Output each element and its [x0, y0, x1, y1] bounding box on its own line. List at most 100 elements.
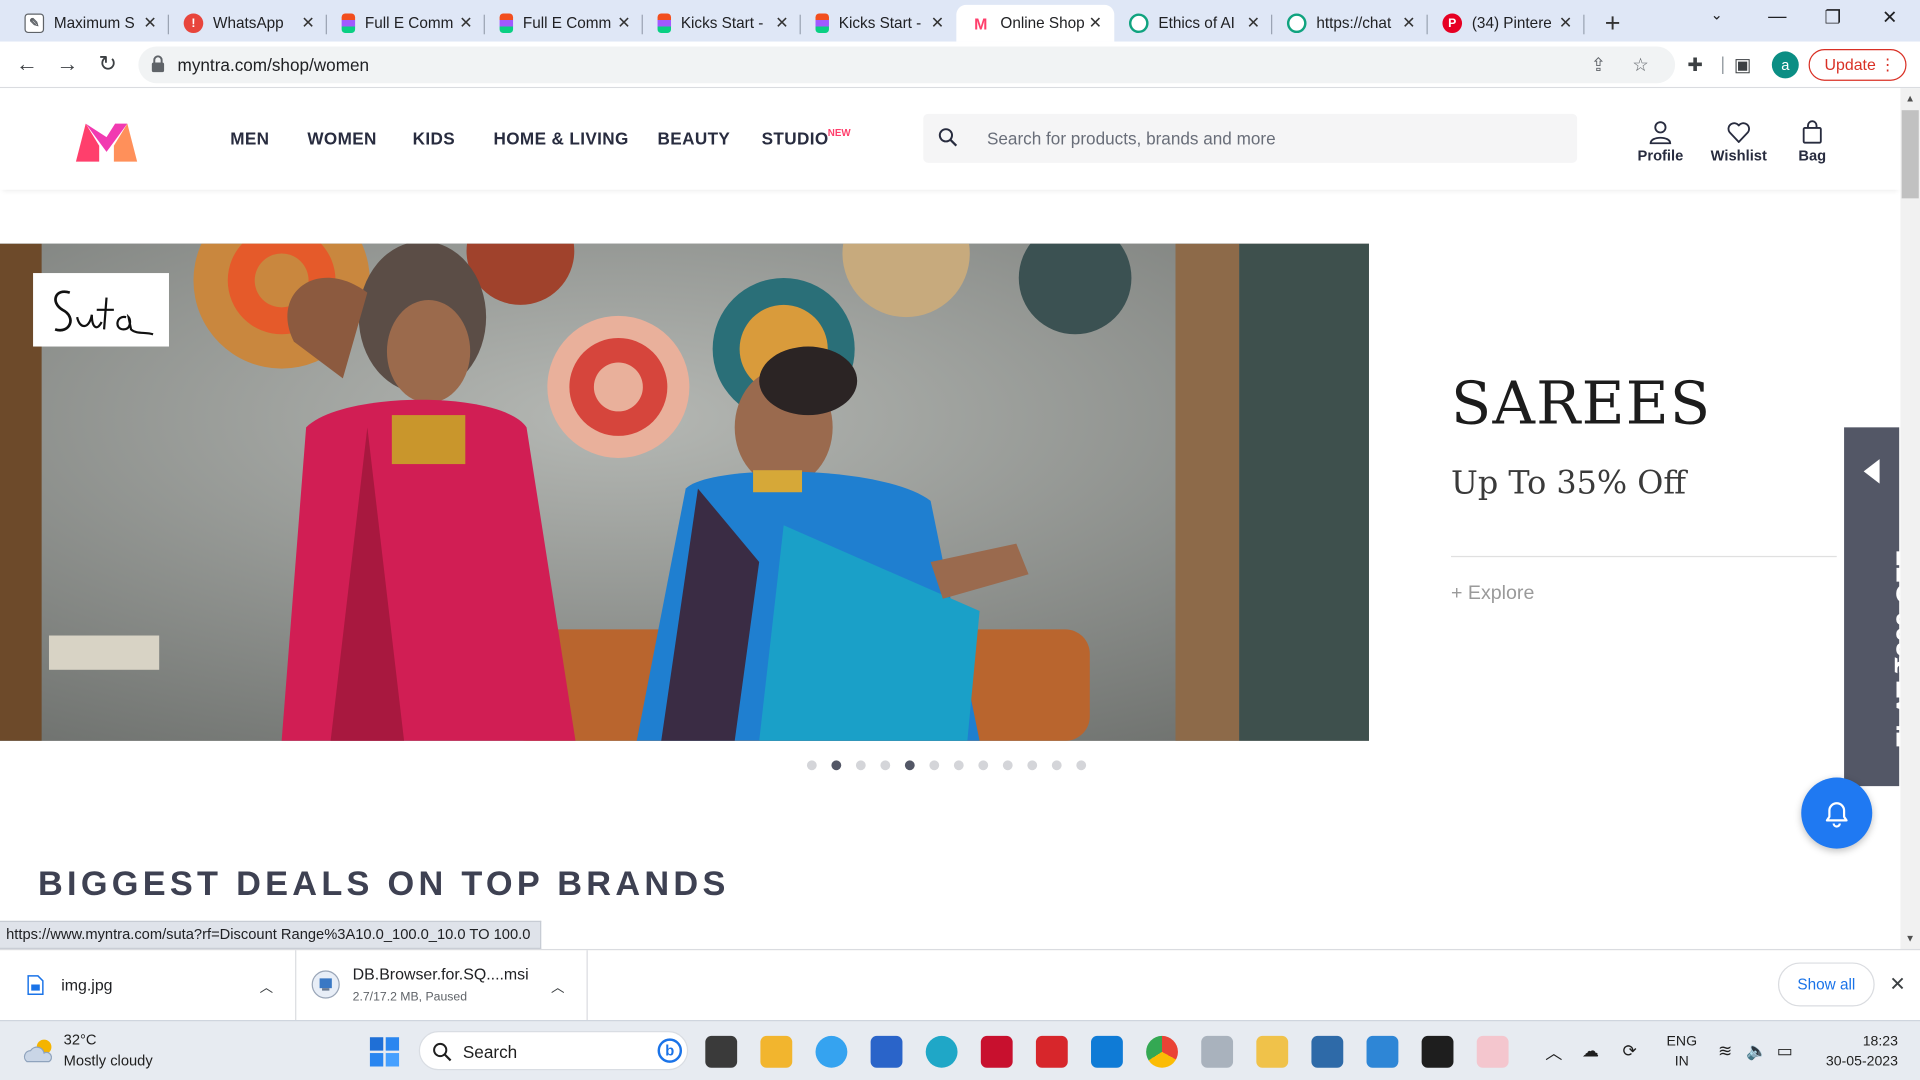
- wishlist-button[interactable]: Wishlist: [1702, 120, 1775, 164]
- explore-link[interactable]: + Explore: [1451, 583, 1534, 605]
- page-scrollbar[interactable]: ▲ ▼: [1900, 88, 1920, 949]
- close-icon[interactable]: ✕: [775, 13, 788, 33]
- forward-button[interactable]: →: [55, 51, 79, 77]
- tab-whatsapp[interactable]: ! WhatsApp ✕: [169, 5, 327, 42]
- carousel-dot-1[interactable]: [806, 760, 817, 771]
- language-indicator[interactable]: ENG IN: [1667, 1032, 1698, 1071]
- tab-figma-3[interactable]: Kicks Start - ✕: [643, 5, 801, 42]
- taskbar-search[interactable]: Search b: [418, 1031, 689, 1071]
- scroll-down-icon[interactable]: ▼: [1905, 933, 1915, 944]
- carousel-dot-5[interactable]: [904, 760, 915, 771]
- site-search-bar[interactable]: Search for products, brands and more: [923, 113, 1578, 163]
- profile-button[interactable]: Profile: [1624, 120, 1697, 164]
- mysql-workbench-icon[interactable]: [1311, 1035, 1344, 1068]
- download-item-dbbrowser[interactable]: DB.Browser.for.SQ....msi 2.7/17.2 MB, Pa…: [296, 950, 588, 1022]
- carousel-dot-2[interactable]: [831, 760, 842, 771]
- scrollbar-thumb[interactable]: [1901, 110, 1919, 199]
- chrome-icon[interactable]: [1146, 1035, 1178, 1068]
- download-item-img[interactable]: img.jpg ︿: [0, 950, 297, 1022]
- share-icon[interactable]: ⇪: [1591, 54, 1606, 76]
- hero-banner-image[interactable]: [0, 243, 1369, 741]
- tab-search-chevron-icon[interactable]: ⌄: [1711, 6, 1723, 23]
- edge-icon[interactable]: [925, 1035, 958, 1068]
- database-icon[interactable]: [1201, 1035, 1234, 1068]
- new-tab-button[interactable]: +: [1599, 7, 1626, 39]
- carousel-dot-10[interactable]: [1027, 760, 1038, 771]
- update-button[interactable]: Update ⋮: [1808, 48, 1907, 81]
- carousel-dot-11[interactable]: [1051, 760, 1062, 771]
- tab-myntra-active[interactable]: M Online Shop ✕: [956, 4, 1115, 42]
- onedrive-cloud-icon[interactable]: ☁: [1582, 1041, 1599, 1062]
- tab-figma-2[interactable]: Full E Comm ✕: [485, 5, 643, 42]
- bookmark-star-icon[interactable]: ☆: [1632, 54, 1648, 76]
- carousel-dot-3[interactable]: [855, 760, 866, 771]
- notification-bell-button[interactable]: [1801, 777, 1873, 849]
- bing-icon[interactable]: b: [657, 1038, 683, 1063]
- close-icon[interactable]: ✕: [617, 13, 630, 33]
- tab-figma-4[interactable]: Kicks Start - ✕: [801, 5, 957, 42]
- tab-maximum[interactable]: ✎ Maximum S ✕: [10, 5, 169, 42]
- expand-arrow-icon[interactable]: [1863, 459, 1880, 484]
- scroll-up-icon[interactable]: ▲: [1905, 93, 1915, 104]
- show-all-button[interactable]: Show all: [1777, 962, 1875, 1007]
- profile-avatar[interactable]: a: [1771, 51, 1799, 79]
- chevron-up-icon[interactable]: ︿: [551, 977, 564, 997]
- show-hidden-icons-chevron[interactable]: ︿: [1545, 1041, 1562, 1065]
- notepad-icon[interactable]: [1366, 1035, 1399, 1068]
- carousel-dot-7[interactable]: [953, 760, 964, 771]
- mcafee-icon[interactable]: [980, 1035, 1013, 1068]
- close-icon[interactable]: ✕: [1247, 13, 1260, 33]
- tab-ethics-ai[interactable]: Ethics of AI ✕: [1114, 5, 1273, 42]
- close-icon[interactable]: ✕: [1402, 13, 1415, 33]
- nav-home-living[interactable]: HOME & LIVING: [493, 129, 628, 149]
- nav-studio[interactable]: STUDIO: [762, 129, 829, 149]
- system-clock[interactable]: 18:23 30-05-2023: [1817, 1032, 1898, 1071]
- carousel-dot-6[interactable]: [929, 760, 940, 771]
- figma-app-icon[interactable]: [1421, 1035, 1454, 1068]
- nav-kids[interactable]: KIDS: [413, 129, 455, 149]
- carousel-dot-8[interactable]: [978, 760, 989, 771]
- search-input[interactable]: Search for products, brands and more: [987, 129, 1276, 149]
- close-icon[interactable]: ✕: [931, 13, 944, 33]
- address-bar[interactable]: myntra.com/shop/women ⇪ ☆: [138, 46, 1676, 84]
- close-icon[interactable]: ✕: [1889, 972, 1905, 996]
- restore-button[interactable]: ❐: [1824, 6, 1840, 28]
- close-icon[interactable]: ✕: [143, 13, 156, 33]
- tab-chatgpt[interactable]: https://chat ✕: [1272, 5, 1428, 42]
- carousel-dot-12[interactable]: [1076, 760, 1087, 771]
- back-button[interactable]: ←: [15, 51, 39, 77]
- nav-women[interactable]: WOMEN: [307, 129, 376, 149]
- carousel-dot-4[interactable]: [880, 760, 891, 771]
- close-icon[interactable]: ✕: [459, 13, 472, 33]
- microsoft-store-icon[interactable]: [870, 1035, 903, 1068]
- nav-men[interactable]: MEN: [230, 129, 269, 149]
- tab-pinterest[interactable]: P (34) Pintere ✕: [1428, 5, 1585, 42]
- windows-start-icon[interactable]: [369, 1037, 400, 1067]
- minimize-button[interactable]: —: [1768, 6, 1786, 27]
- vscode-icon[interactable]: [1091, 1035, 1123, 1068]
- file-manager-icon[interactable]: [1256, 1035, 1289, 1068]
- kebab-menu-icon[interactable]: ⋮: [1880, 50, 1896, 79]
- snipping-tool-icon[interactable]: [1476, 1035, 1509, 1068]
- close-icon[interactable]: ✕: [301, 13, 314, 33]
- reload-button[interactable]: ↻: [96, 51, 120, 77]
- extensions-puzzle-icon[interactable]: ✚: [1687, 54, 1702, 76]
- wps-office-icon[interactable]: [1035, 1035, 1068, 1068]
- task-view-icon[interactable]: [705, 1035, 738, 1068]
- battery-icon[interactable]: ▭: [1777, 1041, 1793, 1062]
- side-panel-icon[interactable]: ▣: [1734, 54, 1751, 76]
- close-icon[interactable]: ✕: [1089, 13, 1102, 33]
- bag-button[interactable]: Bag: [1776, 120, 1849, 164]
- file-explorer-icon[interactable]: [760, 1035, 793, 1068]
- close-window-button[interactable]: ✕: [1882, 6, 1897, 28]
- wifi-icon[interactable]: ≋: [1718, 1041, 1732, 1062]
- cloudy-weather-icon[interactable]: [22, 1036, 56, 1065]
- help-icon[interactable]: [815, 1035, 848, 1068]
- tab-figma-1[interactable]: Full E Comm ✕: [327, 5, 485, 42]
- flat-offer-tab[interactable]: FLAT ₹200 OFF: [1844, 427, 1920, 787]
- weather-temperature[interactable]: 32°C: [64, 1031, 97, 1048]
- sync-icon[interactable]: ⟳: [1622, 1041, 1636, 1062]
- weather-description[interactable]: Mostly cloudy: [64, 1052, 153, 1069]
- carousel-dot-9[interactable]: [1002, 760, 1013, 771]
- close-icon[interactable]: ✕: [1559, 13, 1572, 33]
